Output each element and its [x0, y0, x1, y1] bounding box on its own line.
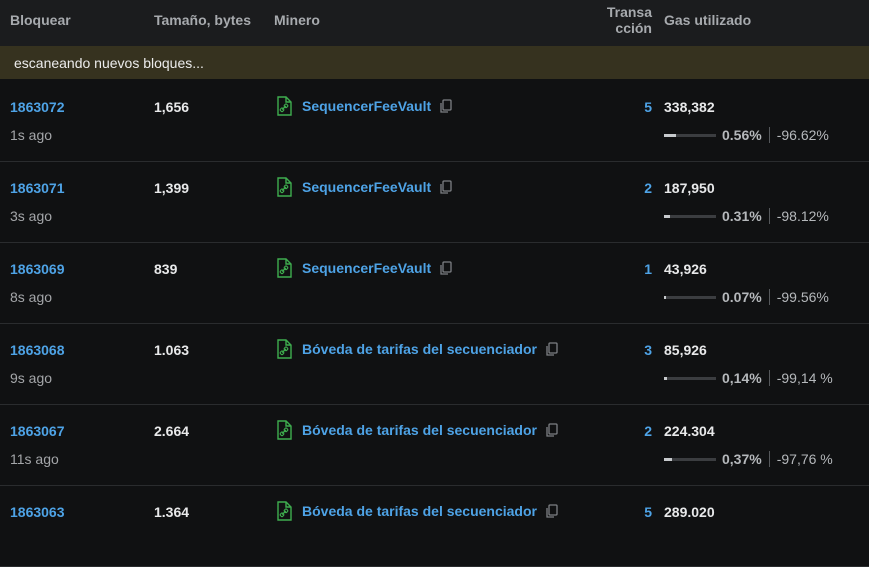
- gas-usage-percent: 0,14%: [722, 370, 762, 386]
- column-header-size[interactable]: Tamaño, bytes: [154, 12, 251, 28]
- miner-cell: Bóveda de tarifas del secuenciador: [276, 419, 559, 441]
- block-size: 839: [154, 261, 178, 277]
- block-age: 1s ago: [10, 127, 53, 143]
- table-row: 1863069 8s ago 839 SequencerFeeVault 1 43,926…: [0, 242, 869, 324]
- table-row: 1863068 9s ago 1.063 Bóveda de tarifas del …: [0, 323, 869, 405]
- gas-usage-bar: [664, 133, 716, 137]
- miner-cell: SequencerFeeVault: [276, 257, 453, 279]
- contract-file-icon: [276, 96, 292, 116]
- column-header-gas[interactable]: Gas utilizado: [664, 12, 751, 28]
- miner-link[interactable]: Bóveda de tarifas del secuenciador: [302, 341, 537, 357]
- block-age: 11s ago: [10, 451, 59, 467]
- block-size: 1.364: [154, 504, 190, 520]
- gas-used: 224.304: [664, 423, 715, 439]
- gas-used: 338,382: [664, 99, 715, 115]
- scanning-text: escaneando nuevos bloques...: [14, 55, 204, 71]
- gas-usage-line: 0.31% -98.12%: [664, 207, 829, 225]
- gas-target-delta: -99.56%: [776, 289, 829, 305]
- gas-usage-line: 0.56% -96.62%: [664, 126, 829, 144]
- gas-used: 289.020: [664, 504, 715, 520]
- gas-usage-bar: [664, 376, 716, 380]
- block-number-link[interactable]: 1863068: [10, 342, 65, 358]
- transaction-count-link[interactable]: 5: [600, 504, 652, 520]
- copy-icon[interactable]: [545, 342, 559, 356]
- contract-file-icon: [276, 420, 292, 440]
- gas-target-delta: -96.62%: [776, 127, 829, 143]
- copy-icon[interactable]: [545, 423, 559, 437]
- table-row: 1863071 3s ago 1,399 SequencerFeeVault 2 187,…: [0, 161, 869, 243]
- column-header-block[interactable]: Bloquear: [10, 12, 71, 28]
- divider: [768, 451, 770, 467]
- divider: [768, 208, 770, 224]
- miner-cell: Bóveda de tarifas del secuenciador: [276, 500, 559, 522]
- contract-file-icon: [276, 501, 292, 521]
- scanning-banner: escaneando nuevos bloques...: [0, 46, 869, 79]
- block-number-link[interactable]: 1863067: [10, 423, 65, 439]
- gas-usage-bar: [664, 295, 716, 299]
- gas-usage-bar: [664, 214, 716, 218]
- gas-target-delta: -97,76 %: [776, 451, 833, 467]
- gas-usage-percent: 0,37%: [722, 451, 762, 467]
- gas-usage-line: 0,14% -99,14 %: [664, 369, 833, 387]
- contract-file-icon: [276, 339, 292, 359]
- gas-usage-line: 0.07% -99.56%: [664, 288, 829, 306]
- miner-cell: Bóveda de tarifas del secuenciador: [276, 338, 559, 360]
- column-header-transactions-line2: cción: [615, 20, 652, 36]
- transaction-count-link[interactable]: 3: [600, 342, 652, 358]
- column-header-miner[interactable]: Minero: [274, 12, 320, 28]
- gas-usage-percent: 0.56%: [722, 127, 762, 143]
- table-row: 1863072 1s ago 1,656 SequencerFeeVault 5 338,…: [0, 80, 869, 162]
- block-number-link[interactable]: 1863071: [10, 180, 65, 196]
- transaction-count-link[interactable]: 2: [600, 180, 652, 196]
- contract-file-icon: [276, 258, 292, 278]
- block-size: 1,399: [154, 180, 190, 196]
- copy-icon[interactable]: [439, 261, 453, 275]
- copy-icon[interactable]: [545, 504, 559, 518]
- block-number-link[interactable]: 1863063: [10, 504, 65, 520]
- table-row: 1863067 11s ago 2.664 Bóveda de tarifas del…: [0, 404, 869, 486]
- gas-target-delta: -99,14 %: [776, 370, 833, 386]
- block-size: 2.664: [154, 423, 190, 439]
- column-header-transactions-line1: Transa: [606, 4, 652, 20]
- gas-used: 187,950: [664, 180, 715, 196]
- column-header-transactions[interactable]: Transa cción: [600, 4, 652, 36]
- copy-icon[interactable]: [439, 99, 453, 113]
- contract-file-icon: [276, 177, 292, 197]
- block-number-link[interactable]: 1863069: [10, 261, 65, 277]
- divider: [768, 289, 770, 305]
- divider: [768, 127, 770, 143]
- gas-used: 43,926: [664, 261, 707, 277]
- divider: [768, 370, 770, 386]
- table-header: Bloquear Tamaño, bytes Minero Transa cci…: [0, 0, 869, 46]
- miner-link[interactable]: SequencerFeeVault: [302, 98, 431, 114]
- transaction-count-link[interactable]: 5: [600, 99, 652, 115]
- miner-link[interactable]: Bóveda de tarifas del secuenciador: [302, 422, 537, 438]
- gas-usage-percent: 0.07%: [722, 289, 762, 305]
- gas-usage-percent: 0.31%: [722, 208, 762, 224]
- miner-link[interactable]: SequencerFeeVault: [302, 179, 431, 195]
- transaction-count-link[interactable]: 2: [600, 423, 652, 439]
- gas-usage-line: 0,37% -97,76 %: [664, 450, 833, 468]
- block-size: 1,656: [154, 99, 190, 115]
- miner-link[interactable]: SequencerFeeVault: [302, 260, 431, 276]
- gas-target-delta: -98.12%: [776, 208, 829, 224]
- block-age: 9s ago: [10, 370, 53, 386]
- copy-icon[interactable]: [439, 180, 453, 194]
- gas-usage-bar: [664, 457, 716, 461]
- block-number-link[interactable]: 1863072: [10, 99, 65, 115]
- table-row: 1863063 1.364 Bóveda de tarifas del secuen…: [0, 485, 869, 567]
- gas-used: 85,926: [664, 342, 707, 358]
- transaction-count-link[interactable]: 1: [600, 261, 652, 277]
- block-age: 3s ago: [10, 208, 53, 224]
- miner-cell: SequencerFeeVault: [276, 95, 453, 117]
- miner-link[interactable]: Bóveda de tarifas del secuenciador: [302, 503, 537, 519]
- block-size: 1.063: [154, 342, 190, 358]
- miner-cell: SequencerFeeVault: [276, 176, 453, 198]
- block-age: 8s ago: [10, 289, 53, 305]
